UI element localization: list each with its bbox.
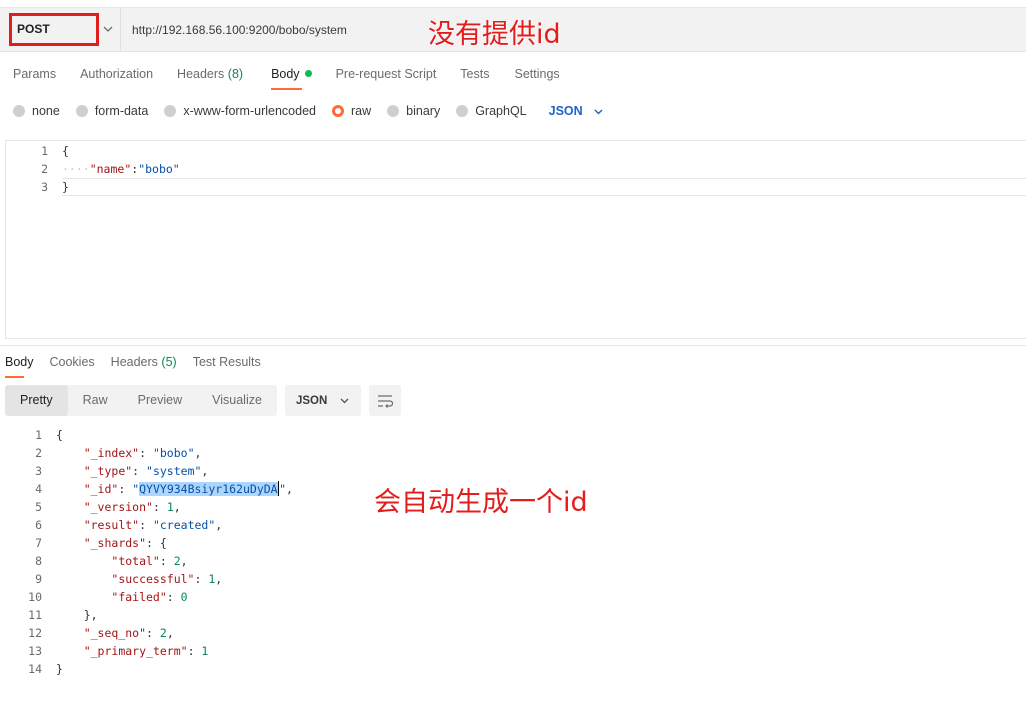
code-line: 10 "failed": 0 — [28, 590, 188, 604]
radio-selected-icon — [332, 105, 344, 117]
headers-count: (8) — [227, 67, 244, 81]
annotation-no-id: 没有提供id — [428, 19, 561, 50]
radio-x-www-form-urlencoded[interactable]: x-www-form-urlencoded — [164, 104, 316, 118]
tab-tests[interactable]: Tests — [460, 62, 489, 92]
request-body-editor[interactable]: 1 { 2 ····"name":"bobo" 3 } — [5, 140, 1026, 339]
tab-response-headers[interactable]: Headers (5) — [111, 350, 177, 380]
view-preview-button[interactable]: Preview — [123, 385, 197, 416]
tab-authorization[interactable]: Authorization — [80, 62, 153, 92]
headers-count: (5) — [161, 355, 177, 369]
view-visualize-button[interactable]: Visualize — [197, 385, 277, 416]
body-modified-dot-icon — [304, 70, 312, 77]
code-line: 7 "_shards": { — [35, 536, 167, 550]
view-mode-group: Pretty Raw Preview Visualize — [5, 385, 277, 416]
wrap-lines-button[interactable] — [368, 385, 401, 416]
body-language-select[interactable]: JSON — [549, 104, 604, 118]
code-line: 8 "total": 2, — [35, 554, 188, 568]
tab-body[interactable]: Body — [271, 62, 312, 92]
selected-id-value: QYVY934Bsiyr162uDyDA — [139, 482, 278, 496]
chevron-down-icon — [340, 398, 349, 404]
radio-circle-icon — [164, 105, 177, 117]
code-line: 1 { — [41, 144, 69, 158]
tab-headers[interactable]: Headers (8) — [177, 62, 243, 92]
code-line: 13 "_primary_term": 1 — [28, 644, 209, 658]
tab-test-results[interactable]: Test Results — [193, 350, 261, 380]
radio-binary[interactable]: binary — [387, 104, 440, 118]
tab-response-body[interactable]: Body — [5, 350, 34, 380]
radio-circle-icon — [456, 105, 469, 117]
code-line: 9 "successful": 1, — [35, 572, 223, 586]
radio-form-data[interactable]: form-data — [75, 104, 148, 118]
tab-cookies[interactable]: Cookies — [50, 350, 95, 380]
annotation-auto-id: 会自动生成一个id — [374, 487, 588, 518]
response-divider — [0, 345, 1026, 346]
view-pretty-button[interactable]: Pretty — [5, 385, 68, 416]
response-format-select[interactable]: JSON — [284, 385, 361, 416]
radio-circle-icon — [387, 105, 400, 117]
code-line: 14} — [28, 662, 63, 676]
body-type-selector: none form-data x-www-form-urlencoded raw… — [0, 100, 604, 122]
code-line: 12 "_seq_no": 2, — [28, 626, 174, 640]
current-line-highlight — [62, 178, 1026, 196]
code-line: 2 "_index": "bobo", — [35, 446, 202, 460]
radio-none[interactable]: none — [0, 104, 60, 118]
code-line-current: 3 } — [6, 178, 1026, 196]
chevron-down-icon — [594, 109, 603, 114]
tab-params[interactable]: Params — [13, 62, 56, 92]
url-input[interactable]: http://192.168.56.100:9200/bobo/system — [132, 23, 347, 37]
url-divider — [120, 8, 121, 51]
view-raw-button[interactable]: Raw — [68, 385, 123, 416]
chevron-down-icon — [103, 26, 113, 32]
tab-settings[interactable]: Settings — [514, 62, 559, 92]
method-label: POST — [17, 22, 50, 36]
radio-raw[interactable]: raw — [332, 104, 371, 118]
request-tabs: Params Authorization Headers (8) Body Pr… — [0, 62, 560, 92]
response-body-viewer[interactable]: 1{ 2 "_index": "bobo", 3 "_type": "syste… — [0, 426, 1026, 686]
radio-graphql[interactable]: GraphQL — [456, 104, 527, 118]
tab-pre-request-script[interactable]: Pre-request Script — [336, 62, 437, 92]
response-view-toolbar: Pretty Raw Preview Visualize JSON — [5, 385, 401, 416]
radio-circle-icon — [13, 105, 25, 117]
code-line: 3 "_type": "system", — [35, 464, 209, 478]
code-line: 2 ····"name":"bobo" — [41, 162, 180, 176]
wrap-lines-icon — [377, 394, 393, 408]
code-line: 1{ — [35, 428, 63, 442]
radio-circle-icon — [75, 105, 88, 117]
response-tabs: Body Cookies Headers (5) Test Results — [0, 350, 261, 378]
code-line: 11 }, — [28, 608, 98, 622]
method-select[interactable]: POST — [9, 13, 117, 46]
